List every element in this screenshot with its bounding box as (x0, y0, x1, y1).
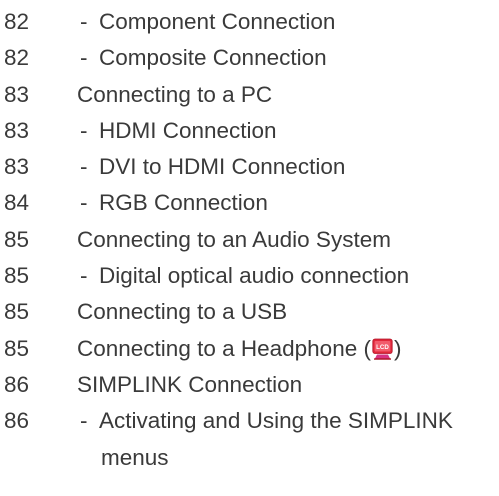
entry-title-text: RGB Connection (99, 190, 268, 216)
page-number: 85 (4, 335, 30, 361)
entry-title: SIMPLINK Connection (77, 371, 303, 397)
table-of-contents: 82 - Component Connection 82 - Composite C… (0, 4, 499, 475)
toc-entry[interactable]: 83 Connecting to a PC (0, 77, 499, 113)
entry-title: - RGB Connection (80, 185, 268, 221)
entry-title-text: Digital optical audio connection (99, 263, 410, 289)
toc-entry[interactable]: 86 SIMPLINK Connection (0, 367, 499, 403)
sub-entry-dash: - (80, 263, 88, 289)
entry-title-close: ) (393, 335, 402, 361)
entry-title-text: Activating and Using the SIMPLINK (99, 408, 453, 434)
page-number: 82 (4, 45, 30, 71)
entry-title: - HDMI Connection (80, 113, 277, 149)
entry-title: Connecting to a PC (77, 81, 273, 107)
entry-title: - Activating and Using the SIMPLINK menus (80, 403, 499, 476)
toc-entry[interactable]: 83 - DVI to HDMI Connection (0, 149, 499, 185)
page-number: 85 (4, 226, 30, 252)
entry-title-text: HDMI Connection (99, 117, 277, 143)
page-number: 85 (4, 263, 30, 289)
page-number: 82 (4, 9, 30, 34)
sub-entry-dash: - (80, 408, 88, 434)
entry-title: - Digital optical audio connection (80, 258, 409, 294)
toc-entry[interactable]: 85 - Digital optical audio connection (0, 258, 499, 294)
lcd-tv-icon: LCD (372, 338, 393, 360)
page-number: 83 (4, 81, 30, 107)
entry-title-continuation: menus (101, 444, 169, 470)
entry-title: Connecting to a USB (77, 299, 288, 325)
toc-entry[interactable]: 82 - Component Connection (0, 4, 499, 40)
page-number: 84 (4, 190, 30, 216)
toc-entry[interactable]: 83 - HDMI Connection (0, 113, 499, 149)
toc-entry[interactable]: 85 Connecting to a USB (0, 294, 499, 330)
sub-entry-dash: - (80, 117, 88, 143)
sub-entry-dash: - (80, 45, 88, 71)
entry-title: Connecting to a Headphone ( LCD ) (77, 331, 401, 367)
toc-entry[interactable]: 82 - Composite Connection (0, 40, 499, 76)
entry-title: - Component Connection (80, 4, 335, 40)
entry-title-text: Composite Connection (99, 45, 327, 71)
entry-title-text: DVI to HDMI Connection (99, 154, 346, 180)
page-number: 85 (4, 299, 30, 325)
sub-entry-dash: - (80, 190, 88, 216)
sub-entry-dash: - (80, 154, 88, 180)
toc-entry[interactable]: 85 Connecting to an Audio System (0, 222, 499, 258)
page-number: 83 (4, 117, 30, 143)
toc-entry[interactable]: 86 - Activating and Using the SIMPLINK men… (0, 403, 499, 475)
entry-title-text: Component Connection (99, 9, 336, 34)
page-number: 86 (4, 408, 30, 434)
sub-entry-dash: - (80, 9, 88, 34)
entry-title-text: Connecting to a Headphone ( (77, 335, 371, 361)
page-number: 86 (4, 371, 30, 397)
toc-entry[interactable]: 84 - RGB Connection (0, 185, 499, 221)
toc-entry[interactable]: 85 Connecting to a Headphone ( LCD ) (0, 331, 499, 367)
page-number: 83 (4, 154, 30, 180)
entry-title: - Composite Connection (80, 40, 327, 76)
entry-title: Connecting to an Audio System (77, 226, 391, 252)
lcd-icon-label: LCD (376, 344, 389, 351)
entry-title: - DVI to HDMI Connection (80, 149, 345, 185)
